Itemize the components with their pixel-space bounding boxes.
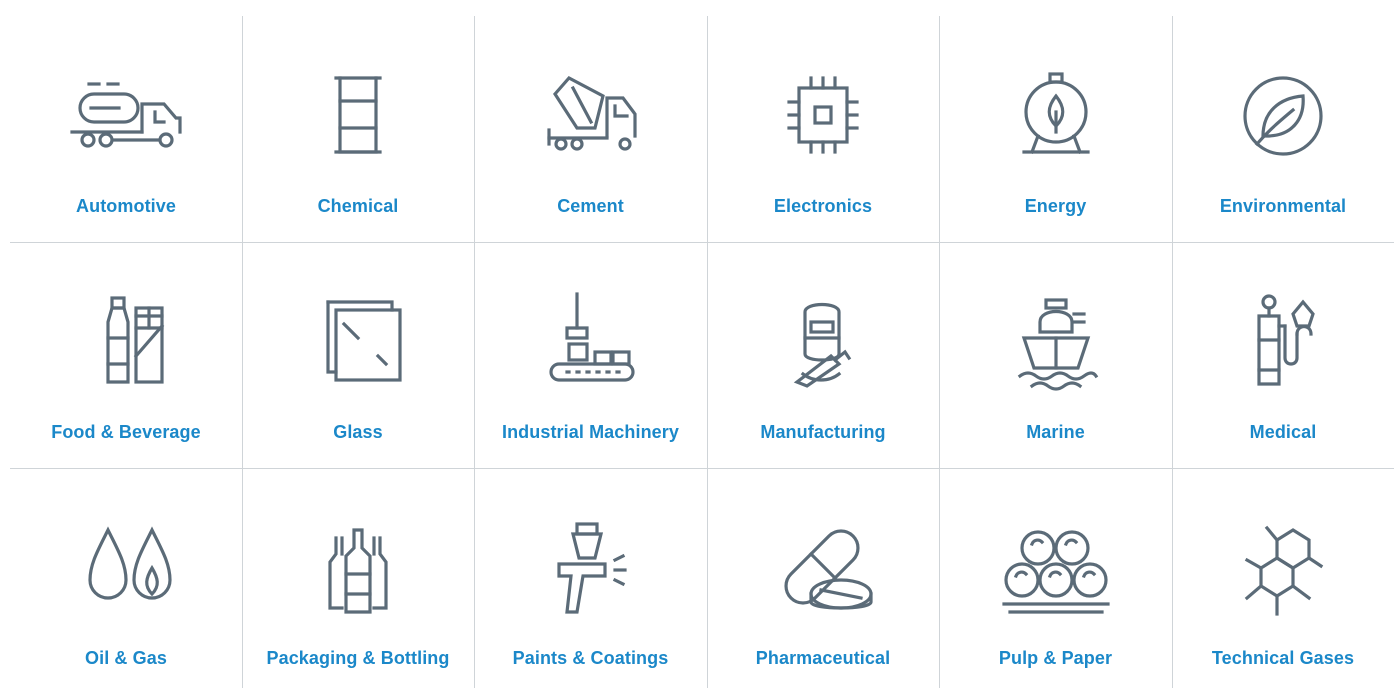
leaf-circle-icon xyxy=(1213,66,1353,170)
molecule-icon xyxy=(1213,518,1353,622)
industry-tile-packaging-bottling[interactable]: Packaging & Bottling xyxy=(242,468,474,688)
industry-tile-automotive[interactable]: Automotive xyxy=(10,16,242,242)
industry-tile-pulp-paper[interactable]: Pulp & Paper xyxy=(939,468,1172,688)
industry-label: Medical xyxy=(1249,422,1317,442)
industry-tile-oil-gas[interactable]: Oil & Gas xyxy=(10,468,242,688)
industry-label: Industrial Machinery xyxy=(501,422,680,442)
industries-grid: Automotive Chemical Cement Electronics E… xyxy=(10,16,1394,688)
drops-flame-icon xyxy=(56,518,196,622)
industry-tile-cement[interactable]: Cement xyxy=(474,16,707,242)
microchip-icon xyxy=(753,66,893,170)
spray-gun-icon xyxy=(521,518,661,622)
industry-tile-environmental[interactable]: Environmental xyxy=(1172,16,1394,242)
ship-icon xyxy=(986,292,1126,396)
tanker-truck-icon xyxy=(56,66,196,170)
industry-tile-manufacturing[interactable]: Manufacturing xyxy=(707,242,939,468)
barrel-icon xyxy=(288,66,428,170)
industry-tile-electronics[interactable]: Electronics xyxy=(707,16,939,242)
industry-label: Pharmaceutical xyxy=(755,648,891,668)
industry-tile-paints-coatings[interactable]: Paints & Coatings xyxy=(474,468,707,688)
industry-label: Cement xyxy=(557,196,624,216)
industry-tile-chemical[interactable]: Chemical xyxy=(242,16,474,242)
industry-label: Electronics xyxy=(773,196,873,216)
conveyor-robot-icon xyxy=(521,292,661,396)
industry-tile-technical-gases[interactable]: Technical Gases xyxy=(1172,468,1394,688)
industry-label: Environmental xyxy=(1219,196,1347,216)
industry-label: Paints & Coatings xyxy=(512,648,669,668)
bottles-icon xyxy=(288,518,428,622)
industry-label: Technical Gases xyxy=(1211,648,1355,668)
industry-tile-glass[interactable]: Glass xyxy=(242,242,474,468)
industry-label: Food & Beverage xyxy=(51,422,201,442)
industry-label: Packaging & Bottling xyxy=(266,648,450,668)
industry-tile-pharmaceutical[interactable]: Pharmaceutical xyxy=(707,468,939,688)
pills-icon xyxy=(753,518,893,622)
industry-label: Manufacturing xyxy=(760,422,886,442)
industry-label: Automotive xyxy=(76,196,176,216)
energy-tank-icon xyxy=(986,66,1126,170)
industry-tile-marine[interactable]: Marine xyxy=(939,242,1172,468)
bottle-carton-icon xyxy=(56,292,196,396)
welder-icon xyxy=(753,292,893,396)
industry-tile-food-beverage[interactable]: Food & Beverage xyxy=(10,242,242,468)
industry-label: Chemical xyxy=(317,196,399,216)
industry-label: Marine xyxy=(1026,422,1085,442)
glass-pane-icon xyxy=(288,292,428,396)
cement-mixer-icon xyxy=(521,66,661,170)
industry-label: Pulp & Paper xyxy=(998,648,1113,668)
industry-label: Oil & Gas xyxy=(85,648,167,668)
paper-rolls-icon xyxy=(986,518,1126,622)
industry-label: Energy xyxy=(1024,196,1087,216)
industry-tile-industrial-machinery[interactable]: Industrial Machinery xyxy=(474,242,707,468)
oxygen-mask-icon xyxy=(1213,292,1353,396)
industry-label: Glass xyxy=(333,422,383,442)
industry-tile-energy[interactable]: Energy xyxy=(939,16,1172,242)
industry-tile-medical[interactable]: Medical xyxy=(1172,242,1394,468)
